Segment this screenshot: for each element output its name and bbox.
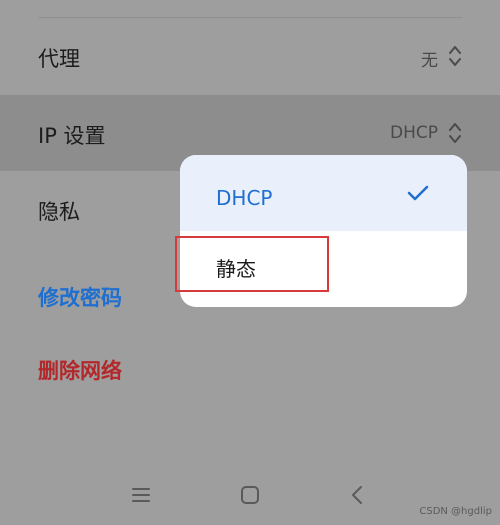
watermark: CSDN @hgdlip [419, 506, 492, 517]
delete-network-link[interactable]: 删除网络 [38, 355, 122, 385]
dropdown-option-dhcp[interactable]: DHCP [180, 155, 467, 231]
ip-settings-value: DHCP [390, 123, 438, 143]
proxy-row[interactable]: 代理 无 [0, 18, 500, 94]
proxy-label: 代理 [38, 47, 80, 71]
dropdown-option-label: DHCP [216, 186, 273, 210]
highlight-annotation-box [175, 236, 329, 292]
home-icon[interactable] [240, 485, 260, 505]
updown-chevron-icon [449, 123, 461, 143]
updown-chevron-icon [449, 46, 461, 66]
check-icon [407, 185, 429, 201]
proxy-value: 无 [421, 51, 438, 71]
ip-settings-label: IP 设置 [38, 124, 106, 148]
back-icon[interactable] [349, 484, 365, 506]
privacy-label: 隐私 [38, 200, 80, 224]
menu-icon[interactable] [131, 486, 151, 504]
modify-password-link[interactable]: 修改密码 [38, 282, 122, 312]
